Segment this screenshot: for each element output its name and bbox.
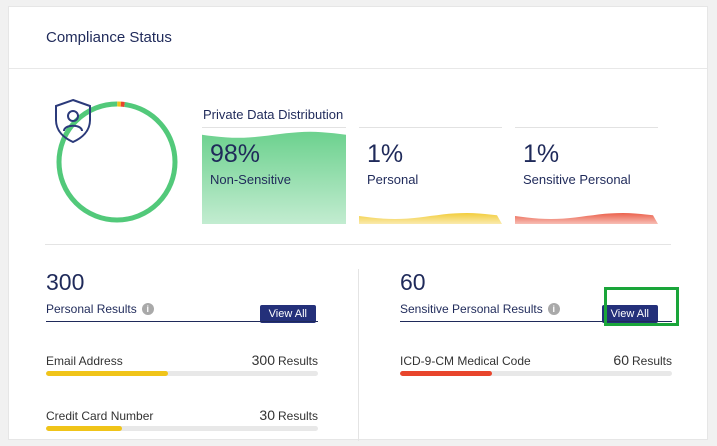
personal-count: 300 — [46, 269, 85, 295]
card-title: Compliance Status — [46, 29, 172, 46]
info-icon[interactable]: i — [141, 303, 154, 315]
sensitive-count: 60 — [400, 269, 426, 295]
highlight-box — [604, 287, 679, 326]
result-count: 300 — [251, 352, 275, 368]
personal-results-label: Personal Results i — [46, 302, 154, 316]
label-personal: Personal — [367, 172, 419, 187]
result-value: 30 Results — [259, 407, 318, 423]
result-count: 60 — [613, 352, 629, 368]
section-divider — [45, 244, 671, 245]
result-unit: Results — [631, 354, 672, 368]
result-count: 30 — [259, 407, 275, 423]
panel-non-sensitive: 98% Non-Sensitive — [202, 127, 346, 224]
result-name: Email Address — [46, 354, 123, 368]
wave-fill — [359, 213, 502, 224]
result-progress-fill — [400, 371, 493, 376]
result-unit: Results — [277, 409, 318, 423]
panel-personal: 1% Personal — [359, 127, 502, 224]
label-sensitive-personal: Sensitive Personal — [523, 172, 631, 187]
panel-sensitive-personal: 1% Sensitive Personal — [515, 127, 658, 224]
result-progress-fill — [46, 426, 123, 431]
result-row-credit-card: Credit Card Number 30 Results — [46, 407, 318, 435]
result-progress-track — [46, 426, 318, 431]
result-name: ICD-9-CM Medical Code — [400, 354, 531, 368]
compliance-ring — [53, 98, 181, 226]
card-header: Compliance Status — [9, 7, 707, 69]
column-divider — [358, 269, 359, 441]
percent-sensitive-personal: 1% — [523, 140, 560, 168]
result-unit: Results — [277, 354, 318, 368]
info-icon[interactable]: i — [547, 303, 560, 315]
distribution-title: Private Data Distribution — [203, 107, 344, 122]
result-value: 300 Results — [252, 352, 318, 368]
sensitive-results-text: Sensitive Personal Results — [400, 302, 543, 316]
compliance-status-card: Compliance Status Private Data Distribut… — [8, 6, 708, 441]
result-progress-fill — [46, 371, 169, 376]
percent-non-sensitive: 98% — [210, 140, 261, 168]
result-progress-track — [400, 371, 672, 376]
result-value: 60 Results — [613, 352, 672, 368]
result-progress-track — [46, 371, 318, 376]
result-row-email: Email Address 300 Results — [46, 352, 318, 380]
personal-results-text: Personal Results — [46, 302, 137, 316]
wave-fill — [515, 213, 658, 224]
result-row-icd9: ICD-9-CM Medical Code 60 Results — [400, 352, 672, 380]
shield-user-icon — [55, 98, 91, 144]
label-non-sensitive: Non-Sensitive — [210, 172, 291, 187]
percent-personal: 1% — [367, 140, 404, 168]
sensitive-results-label: Sensitive Personal Results i — [400, 302, 560, 316]
personal-underline — [46, 321, 318, 322]
result-name: Credit Card Number — [46, 409, 154, 423]
